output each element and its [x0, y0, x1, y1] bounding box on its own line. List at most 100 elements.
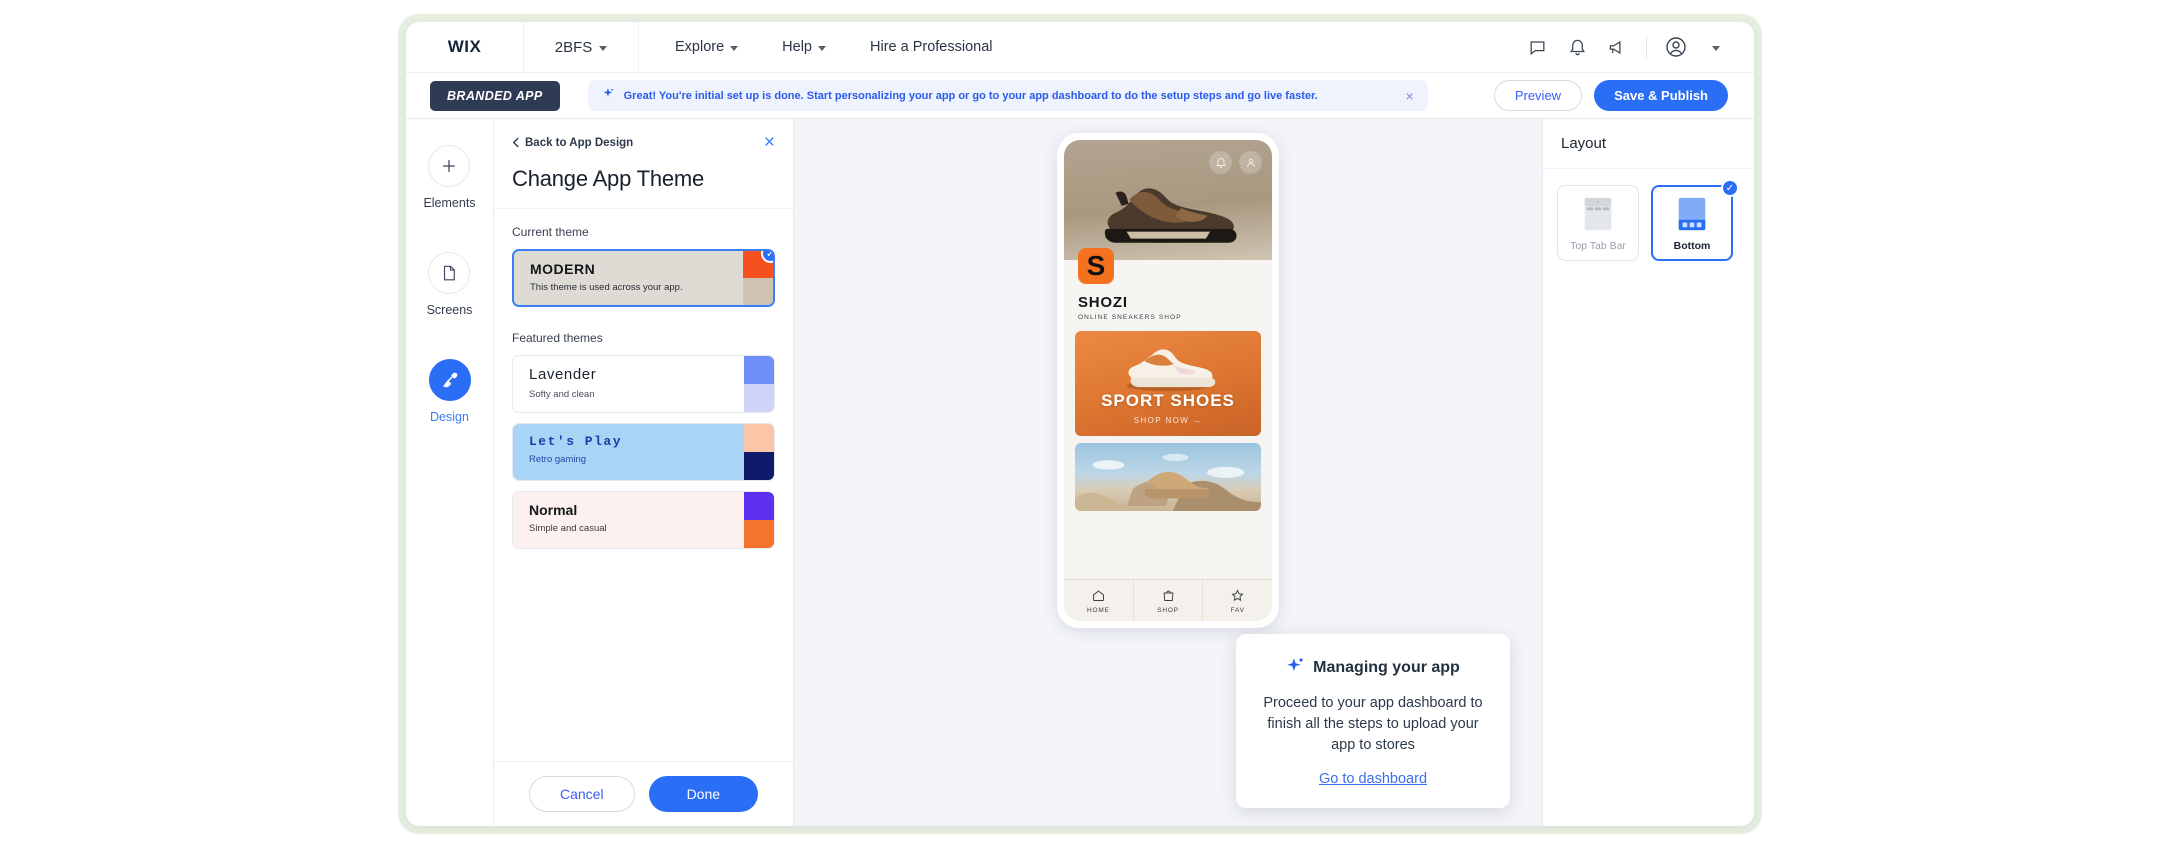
close-icon[interactable]: ×	[764, 133, 775, 152]
managing-your-app-tooltip: Managing your app Proceed to your app da…	[1236, 633, 1510, 808]
phone-mockup: S SHOZI ONLINE SNEAKERS SHOP SPORT SHOES	[1057, 133, 1279, 628]
theme-desc: This theme is used across your app.	[530, 282, 683, 294]
rail-item-screens[interactable]: Screens	[426, 252, 473, 317]
brand-tagline: ONLINE SNEAKERS SHOP	[1078, 314, 1182, 321]
brand-name: SHOZI	[1078, 294, 1128, 311]
theme-desc: Retro gaming	[529, 454, 587, 466]
back-to-app-design-link[interactable]: Back to App Design	[512, 137, 633, 149]
preview-canvas: S SHOZI ONLINE SNEAKERS SHOP SPORT SHOES	[794, 119, 1542, 826]
rock-scene-image	[1075, 453, 1261, 511]
done-button[interactable]: Done	[648, 776, 759, 812]
site-selector[interactable]: 2BFS	[524, 22, 639, 72]
wix-logo[interactable]: WIX	[406, 22, 524, 72]
current-theme-label: Current theme	[512, 225, 589, 239]
chevron-down-icon	[599, 45, 608, 51]
save-publish-button[interactable]: Save & Publish	[1594, 80, 1728, 111]
nav-explore[interactable]: Explore	[653, 39, 760, 55]
bottom-nav-label: HOME	[1086, 606, 1110, 614]
nav-hire-professional[interactable]: Hire a Professional	[848, 39, 1015, 55]
megaphone-icon[interactable]	[1597, 22, 1637, 73]
layout-option-top-tab-bar[interactable]: Top Tab Bar	[1557, 185, 1639, 261]
close-icon[interactable]: ×	[1401, 89, 1417, 103]
page-icon	[428, 252, 471, 294]
theme-card-current[interactable]: MODERN This theme is used across your ap…	[512, 249, 775, 307]
sparkle-icon	[602, 87, 615, 105]
account-chevron-down-icon[interactable]	[1696, 22, 1736, 73]
phone-screen: S SHOZI ONLINE SNEAKERS SHOP SPORT SHOES	[1064, 140, 1272, 621]
notification-text: Great! You're initial set up is done. St…	[623, 89, 1318, 102]
panel-body: Current theme MODERN This theme is used …	[494, 208, 793, 761]
sparkle-icon	[1286, 656, 1305, 680]
layout-options: Top Tab Bar Bottom ✓	[1543, 169, 1754, 277]
nav-explore-label: Explore	[675, 39, 725, 55]
bottom-nav-label: FAV	[1230, 606, 1245, 614]
back-label: Back to App Design	[525, 136, 634, 149]
chevron-down-icon	[730, 45, 739, 51]
site-name: 2BFS	[554, 38, 593, 56]
app-window: WIX 2BFS Explore Help Hire a Professiona…	[406, 22, 1754, 826]
top-navigation-bar: WIX 2BFS Explore Help Hire a Professiona…	[406, 22, 1754, 73]
go-to-dashboard-link[interactable]: Go to dashboard	[1319, 771, 1427, 787]
hero-sneaker-image	[1103, 188, 1237, 243]
nav-help-label: Help	[782, 39, 812, 55]
setup-notification-banner: Great! You're initial set up is done. St…	[587, 80, 1428, 111]
panel-footer: Cancel Done	[494, 761, 793, 826]
top-tab-bar-thumbnail	[1579, 195, 1617, 232]
topbar-links: Explore Help Hire a Professional	[639, 22, 1015, 72]
bottom-nav-label: SHOP	[1157, 606, 1179, 614]
chevron-down-icon	[818, 45, 826, 51]
bag-icon	[1163, 590, 1173, 601]
tooltip-title: Managing your app	[1313, 658, 1460, 676]
bottom-nav-home[interactable]: HOME	[1064, 580, 1134, 621]
rail-label-design: Design	[430, 410, 469, 424]
layout-option-bottom[interactable]: Bottom ✓	[1651, 179, 1739, 261]
rail-label-elements: Elements	[423, 196, 476, 210]
theme-name: MODERN	[530, 261, 596, 277]
change-app-theme-panel: Back to App Design × Change App Theme Cu…	[494, 119, 794, 826]
promo-title: SPORT SHOES	[1101, 391, 1235, 410]
promo-rock-image[interactable]	[1075, 443, 1261, 511]
layout-panel: Layout Top Tab Bar Bottom ✓	[1542, 119, 1754, 826]
publish-actions: Preview Save & Publish	[1493, 80, 1736, 111]
cancel-button[interactable]: Cancel	[528, 776, 635, 812]
bottom-nav-fav[interactable]: FAV	[1203, 580, 1272, 621]
layout-option-label: Top Tab Bar	[1570, 239, 1626, 252]
theme-name: Let's Play	[529, 434, 623, 449]
layout-panel-title: Layout	[1543, 119, 1754, 169]
promo-sport-shoes[interactable]: SPORT SHOES SHOP NOW →	[1075, 331, 1261, 436]
account-icon[interactable]	[1239, 151, 1262, 174]
theme-card-normal[interactable]: Normal Simple and casual	[512, 491, 775, 549]
chevron-left-icon	[512, 137, 519, 148]
account-icon[interactable]	[1656, 22, 1696, 73]
nav-help[interactable]: Help	[760, 39, 848, 55]
theme-card-lets-play[interactable]: Let's Play Retro gaming	[512, 423, 775, 481]
bell-icon[interactable]	[1209, 151, 1232, 174]
phone-bottom-nav: HOME SHOP FAV	[1064, 579, 1272, 621]
rail-item-design[interactable]: Design	[428, 359, 471, 424]
preview-button[interactable]: Preview	[1493, 80, 1583, 111]
promo-subtitle: SHOP NOW →	[1133, 416, 1203, 425]
layout-option-label: Bottom	[1673, 239, 1711, 252]
bottom-nav-shop[interactable]: SHOP	[1134, 580, 1204, 621]
rail-item-elements[interactable]: Elements	[423, 145, 476, 210]
app-logo-tile: S	[1078, 248, 1114, 284]
left-icon-rail: Elements Screens Design	[406, 119, 494, 826]
panel-title: Change App Theme	[512, 166, 705, 191]
home-icon	[1092, 590, 1104, 601]
theme-swatch	[744, 356, 774, 412]
rail-label-screens: Screens	[426, 303, 473, 317]
bottom-nav-thumbnail	[1673, 195, 1711, 232]
theme-name: Normal	[529, 502, 578, 518]
brush-icon	[428, 359, 471, 401]
theme-swatch	[744, 492, 774, 548]
theme-name: Lavender	[529, 366, 597, 383]
chat-icon[interactable]	[1517, 22, 1557, 73]
branded-app-chip: BRANDED APP	[430, 80, 560, 111]
bell-icon[interactable]	[1557, 22, 1597, 73]
star-icon	[1231, 588, 1244, 601]
nav-hire-label: Hire a Professional	[870, 39, 993, 55]
hero-banner	[1064, 140, 1272, 260]
theme-card-lavender[interactable]: Lavender Softy and clean	[512, 355, 775, 413]
theme-desc: Softy and clean	[529, 388, 595, 400]
selected-check-icon: ✓	[1721, 179, 1739, 197]
